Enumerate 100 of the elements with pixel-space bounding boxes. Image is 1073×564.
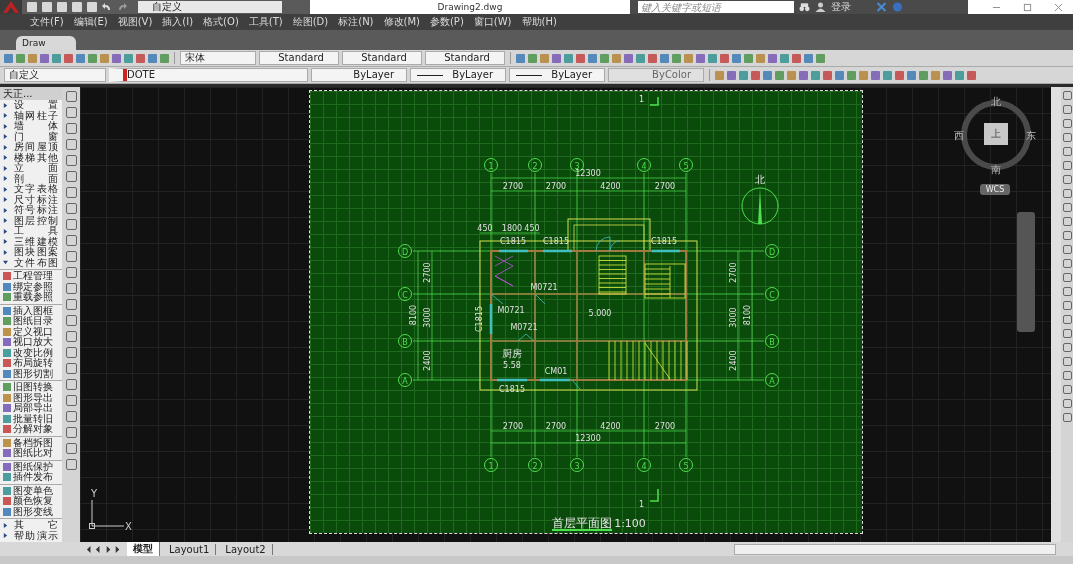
layout-tab[interactable]: Layout2 [219,543,273,555]
sidebar-command[interactable]: 图形切割 [0,368,62,379]
draw-tool-icon[interactable] [65,315,77,326]
binoculars-icon[interactable] [799,2,810,12]
undo-icon[interactable] [102,2,112,12]
draw-tool-icon[interactable] [65,331,77,342]
sidebar-group[interactable]: 图块图案 [0,247,62,258]
draw-tool-icon[interactable] [65,283,77,294]
compass-label[interactable]: 东 [1026,129,1036,143]
menu-item[interactable]: 标注(N) [338,15,374,29]
sidebar-command[interactable]: 颜色恢复 [0,496,62,507]
style-dropdown[interactable]: Standard [425,51,505,65]
sidebar-command[interactable]: 绑定参照 [0,281,62,292]
sidebar-command[interactable]: 图形导出 [0,392,62,403]
menu-item[interactable]: 窗口(W) [473,15,512,29]
draw-tool-icon[interactable] [65,427,77,438]
layer-dropdown[interactable]: DOTE [109,68,308,82]
expanded-arrow-icon[interactable] [3,260,8,266]
sidebar-command[interactable]: 局部导出 [0,403,62,414]
sidebar-command[interactable]: 图纸目录 [0,316,62,327]
menu-item[interactable]: 编辑(E) [73,15,108,29]
menu-item[interactable]: 工具(T) [248,15,283,29]
sidebar-command[interactable]: 批量转旧 [0,413,62,424]
draw-tool-icon[interactable] [65,123,77,134]
menu-item[interactable]: 文件(F) [30,15,64,29]
menu-item[interactable]: 修改(M) [383,15,420,29]
sidebar-group[interactable]: 墙体 [0,121,62,132]
draw-tool-icon[interactable] [65,91,77,102]
sidebar-command[interactable]: 图形变线 [0,506,62,517]
draw-tool-icon[interactable] [65,443,77,454]
app-logo-icon[interactable] [0,0,22,14]
property-dropdown[interactable]: ByLayer [410,68,506,82]
sidebar-group[interactable]: 房间屋顶 [0,142,62,153]
sidebar-group[interactable]: 门窗 [0,131,62,142]
redo-icon[interactable] [117,2,127,12]
search-field[interactable]: 键入关键字或短语 [638,1,794,13]
sidebar-group[interactable]: 设置 [0,100,62,111]
sidebar-command[interactable]: 视口放大 [0,337,62,348]
maximize-icon[interactable] [1023,2,1032,12]
workspace-dropdown[interactable]: 自定义 [4,68,106,82]
draw-tool-icon[interactable] [65,107,77,118]
view-cube-face[interactable]: 上 [984,123,1008,145]
layout-tab[interactable]: 模型 [127,542,160,556]
draw-tool-icon[interactable] [65,139,77,150]
sidebar-group[interactable]: 轴网柱子 [0,110,62,121]
sidebar-command[interactable]: 旧图转换 [0,382,62,393]
draw-tool-icon[interactable] [65,251,77,262]
sidebar-group[interactable]: 帮助演示 [0,530,62,541]
property-dropdown[interactable]: ByLayer [509,68,605,82]
draw-tool-icon[interactable] [65,347,77,358]
sidebar-command[interactable]: 改变比例 [0,347,62,358]
compass-label[interactable]: 南 [991,163,1001,177]
sidebar-command[interactable]: 工程管理 [0,271,62,282]
sidebar-group[interactable]: 尺寸标注 [0,194,62,205]
sidebar-command[interactable]: 备档拆图 [0,437,62,448]
sidebar-group[interactable]: 立面 [0,163,62,174]
draw-tool-icon[interactable] [65,203,77,214]
horizontal-scrollbar[interactable] [733,543,1056,555]
sidebar-group[interactable]: 其它 [0,520,62,531]
vertical-scrollbar[interactable] [1051,87,1061,542]
draw-tool-icon[interactable] [65,363,77,374]
draw-tool-icon[interactable] [65,395,77,406]
menu-item[interactable]: 插入(I) [162,15,194,29]
sidebar-group[interactable]: 符号标注 [0,205,62,216]
ucs-menu[interactable]: WCS [980,184,1010,195]
sidebar-command[interactable]: 插件发布 [0,472,62,483]
layout-tab[interactable]: Layout1 [163,543,217,555]
menu-item[interactable]: 参数(P) [429,15,464,29]
file-tab[interactable]: Draw [16,36,76,50]
sidebar-group[interactable]: 文字表格 [0,184,62,195]
sidebar-group[interactable]: 楼梯其他 [0,152,62,163]
sidebar-command[interactable]: 插入图框 [0,305,62,316]
menu-item[interactable]: 帮助(H) [521,15,557,29]
model-space-canvas[interactable] [80,87,1051,542]
sidebar-command[interactable]: 图纸保护 [0,461,62,472]
sidebar-group[interactable]: 工具 [0,226,62,237]
menu-item[interactable]: 格式(O) [203,15,239,29]
sidebar-command[interactable]: 图纸比对 [0,448,62,459]
user-icon[interactable] [815,2,826,12]
sidebar-command[interactable]: 定义视口 [0,326,62,337]
compass-label[interactable]: 北 [991,95,1001,109]
draw-tool-icon[interactable] [65,459,77,470]
property-dropdown[interactable]: ByLayer [311,68,407,82]
draw-tool-icon[interactable] [65,155,77,166]
sidebar-command[interactable]: 分解对象 [0,424,62,435]
draw-tool-icon[interactable] [65,235,77,246]
menu-item[interactable]: 视图(V) [117,15,153,29]
login-link[interactable]: 登录 [831,0,851,14]
text-font-dropdown[interactable]: 宋体 [180,51,256,65]
sidebar-command[interactable]: 图变单色 [0,485,62,496]
sidebar-group[interactable]: 剖面 [0,173,62,184]
draw-tool-icon[interactable] [65,411,77,422]
draw-tool-icon[interactable] [65,379,77,390]
sidebar-command[interactable]: 重载参照 [0,292,62,303]
style-dropdown[interactable]: Standard [342,51,422,65]
sidebar-group[interactable]: 文件布图 [0,257,62,268]
menu-item[interactable]: 绘图(D) [292,15,329,29]
draw-tool-icon[interactable] [65,267,77,278]
workspace-dropdown[interactable]: 自定义 [138,1,282,13]
style-dropdown[interactable]: Standard [259,51,339,65]
